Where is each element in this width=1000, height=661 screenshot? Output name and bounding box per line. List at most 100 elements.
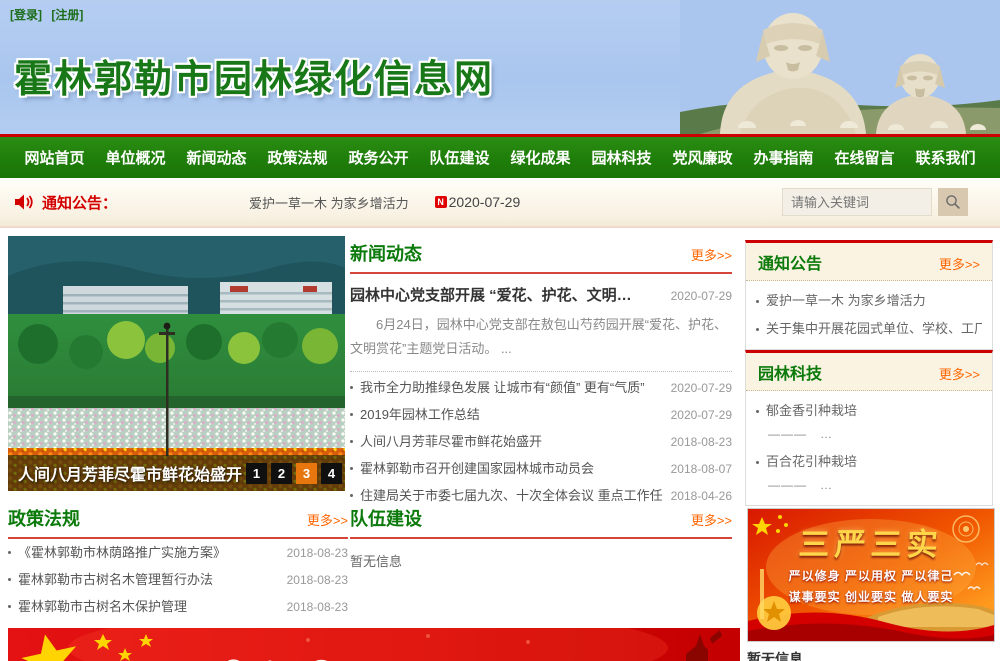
search-button[interactable] xyxy=(938,188,968,216)
policy-section-title: 政策法规 xyxy=(8,505,80,531)
search-bar xyxy=(782,188,968,216)
policy-list-item[interactable]: 霍林郭勒市古树名木管理暂行办法 2018-08-23 xyxy=(8,566,348,593)
policy-item-date: 2018-08-23 xyxy=(287,594,348,621)
tech-box-item-sub[interactable]: ——— … xyxy=(768,476,982,493)
tech-box-title: 园林科技 xyxy=(758,360,822,384)
notice-box-item[interactable]: 爱护一草一木 为家乡增活力 xyxy=(756,287,982,315)
featured-news-summary[interactable]: 6月24日，园林中心党支部在敖包山芍药园开展“爱花、护花、文明赏花”主题党日活动… xyxy=(350,313,732,361)
notice-box-item-title[interactable]: 关于集中开展花园式单位、学校、工厂... xyxy=(766,315,982,343)
nav-item-party[interactable]: 党风廉政 xyxy=(672,147,732,168)
nav-item-tech[interactable]: 园林科技 xyxy=(591,147,651,168)
slogan-title: 三严三实 xyxy=(747,519,995,564)
tech-box-item-title[interactable]: 百合花引种栽培 xyxy=(766,448,982,476)
statue-banner-image xyxy=(680,0,1000,134)
notice-link[interactable]: 爱护一草一木 为家乡增活力 xyxy=(249,193,409,212)
tech-box: 园林科技 更多>> 郁金香引种栽培 ——— … 百合花引种栽培 ——— … xyxy=(745,350,993,506)
policy-list-item[interactable]: 《霍林郭勒市林荫路推广实施方案》 2018-08-23 xyxy=(8,539,348,566)
notice-box: 通知公告 更多>> 爱护一草一木 为家乡增活力 关于集中开展花园式单位、学校、工… xyxy=(745,240,993,350)
nav-item-policy[interactable]: 政策法规 xyxy=(267,147,327,168)
news-list-item[interactable]: 人间八月芳菲尽霍市鲜花始盛开 2018-08-23 xyxy=(350,428,732,455)
policy-item-title[interactable]: 霍林郭勒市古树名木保护管理 xyxy=(18,593,279,620)
bottom-red-banner[interactable] xyxy=(8,628,740,661)
team-empty-text: 暂无信息 xyxy=(350,551,732,570)
tech-box-item[interactable]: 郁金香引种栽培 xyxy=(756,397,982,425)
carousel-caption[interactable]: 人间八月芳菲尽霍市鲜花始盛开 xyxy=(18,461,242,485)
slogan-line-1: 严以修身 严以用权 严以律己 xyxy=(748,567,994,584)
main-nav: 网站首页 单位概况 新闻动态 政策法规 政务公开 队伍建设 绿化成果 园林科技 … xyxy=(0,134,1000,178)
carousel-photo xyxy=(8,236,345,491)
policy-section: 政策法规 更多>> 《霍林郭勒市林荫路推广实施方案》 2018-08-23 霍林… xyxy=(8,505,348,620)
news-item-title[interactable]: 2019年园林工作总结 xyxy=(360,401,663,428)
notice-box-title: 通知公告 xyxy=(758,250,822,274)
page: [登录] [注册] 霍林郭勒市园林绿化信息网 网站首页 单位概况 新闻动态 政策… xyxy=(0,0,1000,661)
news-list-item[interactable]: 我市全力助推绿色发展 让城市有“颜值” 更有“气质” 2020-07-29 xyxy=(350,374,732,401)
new-icon: N xyxy=(435,196,447,208)
policy-item-title[interactable]: 《霍林郭勒市林荫路推广实施方案》 xyxy=(18,539,279,566)
notice-date: 2020-07-29 xyxy=(449,194,521,210)
nav-item-home[interactable]: 网站首页 xyxy=(24,147,84,168)
news-more-link[interactable]: 更多>> xyxy=(691,245,732,264)
pager-button-4[interactable]: 4 xyxy=(321,463,342,484)
nav-item-greening[interactable]: 绿化成果 xyxy=(510,147,570,168)
policy-more-link[interactable]: 更多>> xyxy=(307,510,348,529)
notice-box-more-link[interactable]: 更多>> xyxy=(939,254,980,273)
nav-item-news[interactable]: 新闻动态 xyxy=(186,147,246,168)
policy-list: 《霍林郭勒市林荫路推广实施方案》 2018-08-23 霍林郭勒市古树名木管理暂… xyxy=(8,539,348,620)
news-item-title[interactable]: 霍林郭勒市召开创建国家园林城市动员会 xyxy=(360,455,663,482)
pager-button-1[interactable]: 1 xyxy=(246,463,267,484)
login-link[interactable]: [登录] xyxy=(10,8,42,22)
featured-news-title[interactable]: 园林中心党支部开展 “爱花、护花、文明… xyxy=(350,284,663,305)
pager-button-3[interactable]: 3 xyxy=(296,463,317,484)
slogan-line-2: 谋事要实 创业要实 做人要实 xyxy=(748,588,994,605)
policy-item-title[interactable]: 霍林郭勒市古树名木管理暂行办法 xyxy=(18,566,279,593)
news-item-title[interactable]: 我市全力助推绿色发展 让城市有“颜值” 更有“气质” xyxy=(360,374,663,401)
register-link[interactable]: [注册] xyxy=(51,8,83,22)
search-input[interactable] xyxy=(782,188,932,216)
news-carousel[interactable]: 人间八月芳菲尽霍市鲜花始盛开 1 2 3 4 xyxy=(8,236,345,491)
nav-item-contact[interactable]: 联系我们 xyxy=(915,147,975,168)
news-item-date: 2020-07-29 xyxy=(671,402,732,429)
news-section: 新闻动态 更多>> 园林中心党支部开展 “爱花、护花、文明… 2020-07-2… xyxy=(350,240,732,509)
nav-item-message[interactable]: 在线留言 xyxy=(834,147,894,168)
news-item-title[interactable]: 人间八月芳菲尽霍市鲜花始盛开 xyxy=(360,428,663,455)
news-item-date: 2020-07-29 xyxy=(671,375,732,402)
news-rule xyxy=(350,272,732,274)
news-list-item[interactable]: 2019年园林工作总结 2020-07-29 xyxy=(350,401,732,428)
team-rule xyxy=(350,537,732,539)
tech-box-item[interactable]: 百合花引种栽培 xyxy=(756,448,982,476)
nav-item-gov-info[interactable]: 政务公开 xyxy=(348,147,408,168)
tech-box-item-title[interactable]: 郁金香引种栽培 xyxy=(766,397,982,425)
search-icon xyxy=(945,194,961,210)
notice-bar: 通知公告： 爱护一草一木 为家乡增活力 N 2020-07-29 xyxy=(0,178,1000,228)
site-header: [登录] [注册] 霍林郭勒市园林绿化信息网 xyxy=(0,0,1000,134)
site-title: 霍林郭勒市园林绿化信息网 xyxy=(14,48,494,103)
nav-item-guide[interactable]: 办事指南 xyxy=(753,147,813,168)
news-separator xyxy=(350,371,732,372)
news-item-date: 2018-08-23 xyxy=(671,429,732,456)
news-list: 我市全力助推绿色发展 让城市有“颜值” 更有“气质” 2020-07-29 20… xyxy=(350,374,732,509)
policy-item-date: 2018-08-23 xyxy=(287,540,348,567)
slogan-below-text: 暂无信息 xyxy=(747,649,803,661)
nav-item-team[interactable]: 队伍建设 xyxy=(429,147,489,168)
team-section-title: 队伍建设 xyxy=(350,505,422,531)
bottom-banner-image xyxy=(8,628,740,661)
notice-box-item-title[interactable]: 爱护一草一木 为家乡增活力 xyxy=(766,287,982,315)
tech-box-item-sub[interactable]: ——— … xyxy=(768,425,982,442)
main-content: 人间八月芳菲尽霍市鲜花始盛开 1 2 3 4 新闻动态 更多>> 园林中心党支部… xyxy=(0,228,1000,661)
notice-label: 通知公告： xyxy=(42,192,117,213)
carousel-pager: 1 2 3 4 xyxy=(242,463,342,484)
team-more-link[interactable]: 更多>> xyxy=(691,510,732,529)
notice-box-item[interactable]: 关于集中开展花园式单位、学校、工厂... xyxy=(756,315,982,343)
carousel-caption-bar: 人间八月芳菲尽霍市鲜花始盛开 1 2 3 4 xyxy=(8,455,345,491)
featured-news-date: 2020-07-29 xyxy=(671,289,732,303)
slogan-banner[interactable]: 三严三实 严以修身 严以用权 严以律己 谋事要实 创业要实 做人要实 xyxy=(747,508,995,642)
tech-box-more-link[interactable]: 更多>> xyxy=(939,364,980,383)
nav-item-about[interactable]: 单位概况 xyxy=(105,147,165,168)
pager-button-2[interactable]: 2 xyxy=(271,463,292,484)
news-section-title: 新闻动态 xyxy=(350,240,422,266)
policy-item-date: 2018-08-23 xyxy=(287,567,348,594)
speaker-icon xyxy=(14,193,34,211)
news-item-date: 2018-08-07 xyxy=(671,456,732,483)
news-list-item[interactable]: 霍林郭勒市召开创建国家园林城市动员会 2018-08-07 xyxy=(350,455,732,482)
policy-list-item[interactable]: 霍林郭勒市古树名木保护管理 2018-08-23 xyxy=(8,593,348,620)
